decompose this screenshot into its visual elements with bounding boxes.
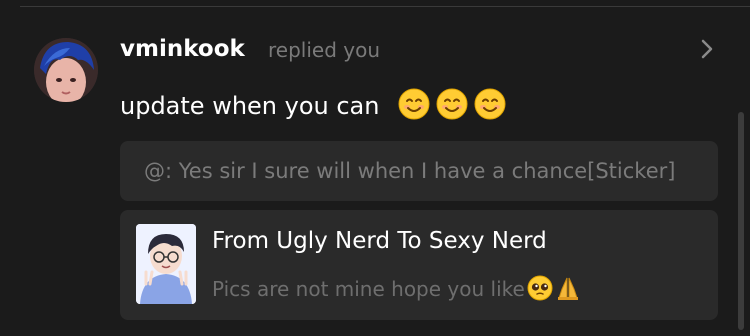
folded-hands-icon bbox=[557, 277, 578, 300]
story-description-text: Pics are not mine hope you like bbox=[212, 277, 525, 301]
avatar[interactable] bbox=[34, 38, 98, 102]
smiling-face-icon bbox=[474, 88, 506, 120]
notification-screen: vminkook replied you update when you can bbox=[0, 0, 750, 336]
action-text: replied you bbox=[268, 38, 381, 62]
chevron-right-icon[interactable] bbox=[697, 37, 717, 61]
scrollbar[interactable] bbox=[738, 112, 744, 330]
divider bbox=[20, 6, 750, 7]
pleading-face-icon bbox=[527, 275, 553, 301]
smiling-face-icon bbox=[398, 88, 430, 120]
story-title[interactable]: From Ugly Nerd To Sexy Nerd bbox=[212, 224, 547, 258]
story-cover[interactable] bbox=[136, 224, 196, 304]
avatar-image bbox=[34, 38, 98, 102]
story-card[interactable]: From Ugly Nerd To Sexy Nerd Pics are not… bbox=[120, 210, 718, 320]
message-text: update when you can bbox=[120, 92, 380, 120]
username[interactable]: vminkook bbox=[120, 33, 245, 65]
smiling-face-icon bbox=[436, 88, 468, 120]
message-emojis bbox=[398, 88, 506, 120]
quoted-reply[interactable]: @: Yes sir I sure will when I have a cha… bbox=[120, 141, 718, 201]
quoted-text: @: Yes sir I sure will when I have a cha… bbox=[144, 159, 676, 183]
story-description: Pics are not mine hope you like bbox=[212, 274, 581, 304]
